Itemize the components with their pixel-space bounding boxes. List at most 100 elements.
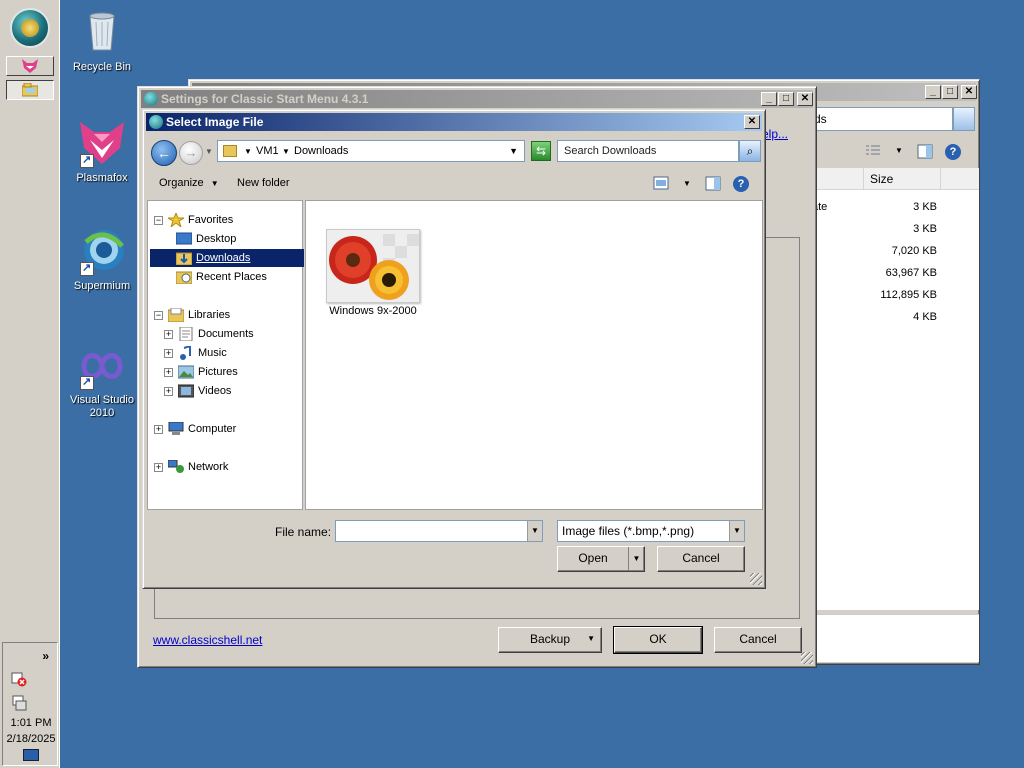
column-size[interactable]: Size — [863, 168, 941, 190]
tree-item-recent-places[interactable]: Recent Places — [174, 268, 294, 286]
view-options-icon[interactable] — [865, 144, 881, 158]
settings-titlebar[interactable]: Settings for Classic Start Menu 4.3.1 — [141, 90, 813, 108]
search-input[interactable]: Search Downloads — [557, 140, 739, 162]
new-folder-button[interactable]: New folder — [237, 177, 290, 189]
chevron-down-icon[interactable]: ▼ — [509, 146, 518, 156]
tree-item-documents[interactable]: + Documents — [164, 325, 294, 343]
help-icon[interactable]: ? — [733, 176, 749, 192]
tree-item-music[interactable]: + Music — [164, 344, 294, 362]
refresh-icon[interactable]: ⇆ — [531, 141, 551, 161]
chevron-down-icon[interactable]: ▼ — [628, 547, 644, 571]
organize-label: Organize — [159, 177, 204, 189]
navigation-pane: − Favorites Desktop Downloads Recent Pla… — [147, 200, 304, 510]
clock-time[interactable]: 1:01 PM — [3, 717, 59, 729]
open-button[interactable]: Open ▼ — [557, 546, 645, 572]
tree-item-videos[interactable]: + Videos — [164, 382, 294, 400]
taskbar-button-plasmafox[interactable] — [6, 56, 54, 76]
cancel-button[interactable]: Cancel — [657, 546, 745, 572]
computer-icon — [168, 422, 184, 435]
forward-button[interactable]: → — [179, 141, 203, 165]
videos-icon — [178, 384, 194, 398]
address-bar[interactable]: ▼ VM1 ▼ Downloads ▼ — [217, 140, 525, 162]
close-button[interactable]: ✕ — [797, 92, 813, 106]
tree-item-libraries[interactable]: − Libraries — [154, 306, 294, 324]
chevron-down-icon[interactable]: ▼ — [527, 521, 542, 541]
preview-pane-icon[interactable] — [917, 144, 933, 159]
maximize-button[interactable]: □ — [942, 85, 958, 99]
system-tray: » 1:01 PM 2/18/2025 — [2, 642, 58, 766]
chevron-down-icon[interactable]: ▼ — [895, 146, 903, 155]
tree-item-pictures[interactable]: + Pictures — [164, 363, 294, 381]
backup-button[interactable]: Backup ▼ — [498, 627, 602, 653]
documents-icon — [179, 327, 193, 341]
settings-title: Settings for Classic Start Menu 4.3.1 — [161, 92, 369, 106]
file-type-select[interactable]: Image files (*.bmp,*.png) ▼ — [557, 520, 745, 542]
resize-grip-icon[interactable] — [750, 573, 762, 585]
dialog-titlebar[interactable]: Select Image File — [146, 113, 762, 131]
taskbar: » 1:01 PM 2/18/2025 — [0, 0, 60, 768]
desktop-icon-plasmafox[interactable]: Plasmafox — [62, 120, 142, 185]
desktop-icon-visual-studio[interactable]: Visual Studio 2010 — [62, 342, 142, 420]
classic-shell-icon — [144, 92, 158, 106]
search-icon[interactable]: ⌕ — [739, 140, 761, 162]
tree-item-downloads[interactable]: Downloads — [150, 249, 304, 267]
minimize-button[interactable]: _ — [925, 85, 941, 99]
back-button[interactable]: ← — [151, 140, 177, 166]
taskbar-button-settings[interactable] — [6, 80, 54, 100]
table-row[interactable]: ficate3 KB — [801, 198, 979, 218]
classicshell-link[interactable]: www.classicshell.net — [153, 633, 262, 647]
maximize-button[interactable]: □ — [778, 92, 794, 106]
desktop-icon-recycle-bin[interactable]: Recycle Bin — [62, 6, 142, 74]
downloads-folder-icon — [176, 252, 192, 265]
image-thumbnail — [326, 229, 420, 303]
breadcrumb-vm1[interactable]: VM1 — [256, 145, 279, 157]
cancel-button[interactable]: Cancel — [714, 627, 802, 653]
close-button[interactable]: ✕ — [961, 85, 977, 99]
folder-icon — [22, 83, 38, 97]
table-row[interactable]: 63,967 KB — [801, 264, 979, 284]
preview-pane-icon[interactable] — [705, 176, 721, 191]
shortcut-arrow-icon — [80, 375, 94, 390]
tree-item-network[interactable]: + Network — [154, 458, 294, 476]
show-desktop-icon[interactable] — [23, 749, 39, 761]
clock-date[interactable]: 2/18/2025 — [3, 733, 59, 745]
chevron-down-icon[interactable]: ▼ — [244, 147, 252, 156]
explorer-details-pane — [801, 614, 979, 662]
file-list: Windows 9x-2000 — [305, 200, 763, 510]
organize-button[interactable]: Organize ▼ — [159, 177, 219, 189]
change-view-icon[interactable] — [653, 176, 669, 190]
table-row[interactable]: 3 KB — [801, 220, 979, 240]
breadcrumb-downloads[interactable]: Downloads — [294, 145, 348, 157]
desktop-icon-supermium[interactable]: Supermium — [62, 228, 142, 293]
command-bar: Organize ▼ New folder ▼ ? — [147, 170, 763, 198]
history-dropdown-icon[interactable]: ▼ — [205, 147, 213, 156]
table-row[interactable]: 112,895 KB — [801, 286, 979, 306]
tree-item-computer[interactable]: + Computer — [154, 420, 294, 438]
resize-grip-icon[interactable] — [801, 652, 813, 664]
display-icon[interactable] — [11, 695, 27, 711]
tree-item-desktop[interactable]: Desktop — [174, 230, 294, 248]
select-image-dialog: Select Image File ✕ ← → ▼ ▼ VM1 ▼ Downlo… — [142, 109, 766, 589]
pictures-icon — [178, 365, 194, 379]
tree-item-favorites[interactable]: − Favorites — [154, 211, 294, 229]
tray-expand-icon[interactable]: » — [42, 649, 49, 663]
chevron-down-icon[interactable]: ▼ — [282, 147, 290, 156]
star-icon — [168, 213, 184, 227]
desktop-icon — [176, 232, 192, 245]
ok-button[interactable]: OK — [613, 626, 703, 654]
search-icon[interactable] — [953, 107, 975, 131]
minimize-button[interactable]: _ — [761, 92, 777, 106]
table-row[interactable]: 7,020 KB — [801, 242, 979, 262]
help-icon[interactable]: ? — [945, 144, 961, 160]
chevron-down-icon: ▼ — [210, 179, 219, 188]
start-button[interactable] — [10, 8, 50, 48]
close-button[interactable]: ✕ — [744, 115, 760, 129]
chevron-down-icon: ▼ — [729, 521, 744, 541]
open-label: Open — [578, 551, 608, 565]
desktop-icon-label: Plasmafox — [76, 172, 128, 184]
chevron-down-icon[interactable]: ▼ — [683, 179, 691, 188]
explorer-search-input[interactable]: ds — [807, 107, 953, 131]
network-warning-icon[interactable] — [11, 671, 27, 687]
table-row[interactable]: 4 KB — [801, 308, 979, 328]
file-name-input[interactable] — [335, 520, 543, 542]
